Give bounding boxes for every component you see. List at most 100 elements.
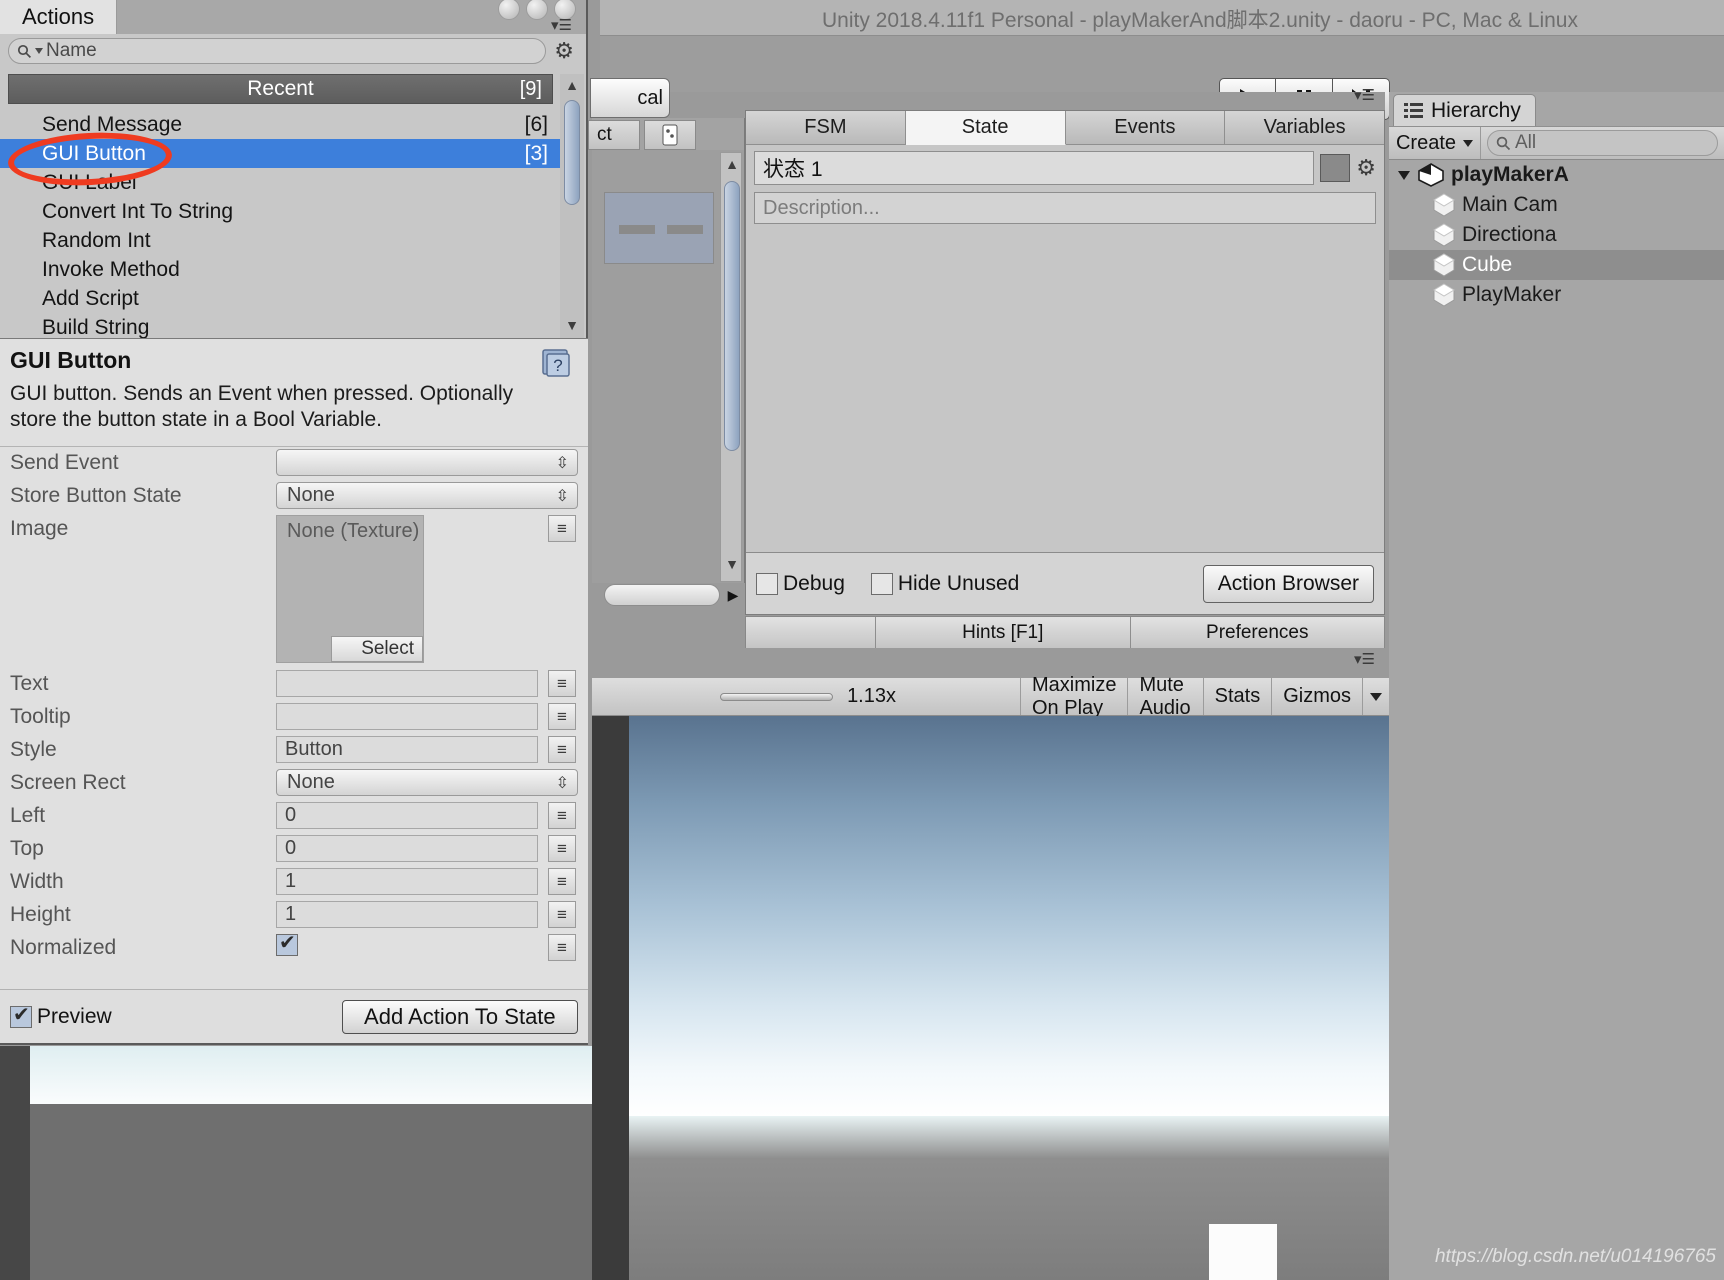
hierarchy-item-scene[interactable]: playMakerA — [1389, 160, 1724, 190]
list-item[interactable]: Random Int — [0, 226, 560, 255]
playmaker-actions-browser-window: Actions ▾☰ Name ⚙ Recent [9] Send Messag… — [0, 0, 588, 1045]
scroll-up-arrow-icon[interactable]: ▲ — [561, 74, 583, 96]
list-item-label: Invoke Method — [42, 257, 180, 281]
text-input[interactable] — [276, 670, 538, 697]
debug-checkbox-group[interactable]: Debug — [756, 572, 845, 596]
action-browser-button[interactable]: Action Browser — [1202, 564, 1374, 603]
list-item[interactable]: GUI Label — [0, 168, 560, 197]
normalized-variable-menu-icon[interactable]: ≡ — [548, 934, 576, 961]
tab-events[interactable]: Events — [1065, 111, 1226, 145]
hierarchy-tab[interactable]: Hierarchy — [1393, 94, 1536, 126]
normalized-checkbox[interactable] — [276, 930, 298, 956]
game-panel-menu-icon[interactable]: ▾☰ — [1354, 650, 1375, 668]
image-object-field[interactable]: None (Texture) Select — [276, 515, 424, 663]
field-label: Store Button State — [10, 484, 182, 507]
top-variable-menu-icon[interactable]: ≡ — [548, 835, 576, 862]
scroll-down-arrow-icon[interactable]: ▼ — [561, 314, 583, 336]
actions-search-input[interactable]: Name — [8, 38, 547, 64]
tab-variables[interactable]: Variables — [1225, 111, 1384, 145]
inspector-hscrollbar[interactable] — [604, 584, 720, 606]
state-description-input[interactable]: Description... — [754, 192, 1376, 224]
state-name-input[interactable]: 状态 1 — [754, 151, 1315, 185]
top-input[interactable]: 0 — [276, 835, 538, 862]
image-variable-menu-icon[interactable]: ≡ — [548, 515, 576, 542]
list-item[interactable]: Build String — [0, 313, 560, 339]
scroll-up-arrow-icon[interactable]: ▲ — [721, 153, 743, 175]
inspector-tab[interactable]: ct — [588, 120, 640, 150]
preview-checkbox[interactable] — [10, 1002, 32, 1028]
actions-settings-gear-icon[interactable]: ⚙ — [554, 38, 574, 64]
mute-audio-button[interactable]: Mute Audio — [1127, 674, 1202, 719]
list-item[interactable]: Add Script — [0, 284, 560, 313]
style-input[interactable]: Button — [276, 736, 538, 763]
inspector-lock-tab[interactable] — [644, 120, 696, 150]
maximize-on-play-button[interactable]: Maximize On Play — [1020, 674, 1127, 719]
hierarchy-search-placeholder: All — [1515, 132, 1537, 153]
state-color-swatch[interactable] — [1320, 154, 1351, 182]
hierarchy-item-playmaker[interactable]: PlayMaker — [1389, 280, 1724, 310]
preview-checkbox-group[interactable]: Preview — [10, 1002, 112, 1029]
add-action-to-state-button[interactable]: Add Action To State — [341, 999, 578, 1034]
actions-panel-menu-icon[interactable]: ▾☰ — [551, 16, 572, 34]
list-item[interactable]: Send Message [6] — [0, 110, 560, 139]
width-input[interactable]: 1 — [276, 868, 538, 895]
field-tooltip: Tooltip ≡ — [0, 701, 588, 734]
game-view-canvas[interactable] — [592, 716, 1389, 1280]
gizmos-button[interactable]: Gizmos — [1271, 678, 1362, 715]
height-variable-menu-icon[interactable]: ≡ — [548, 901, 576, 928]
list-item-gui-button[interactable]: GUI Button [3] — [0, 139, 560, 168]
inspector-scroll-thumb[interactable] — [724, 181, 740, 451]
inspector-preview-thumbnail — [604, 192, 714, 264]
hierarchy-create-button[interactable]: Create — [1389, 127, 1481, 159]
preferences-button[interactable]: Preferences — [1130, 617, 1384, 649]
screen-rect-popup[interactable]: None — [276, 769, 578, 796]
hide-unused-checkbox-group[interactable]: Hide Unused — [870, 572, 1019, 596]
panel-menu-icon[interactable]: ▾☰ — [1354, 86, 1375, 104]
store-button-state-popup[interactable]: None — [276, 482, 578, 509]
actions-scroll-thumb[interactable] — [564, 100, 580, 205]
left-variable-menu-icon[interactable]: ≡ — [548, 802, 576, 829]
help-book-icon[interactable]: ? — [540, 347, 572, 385]
stats-button[interactable]: Stats — [1202, 678, 1272, 715]
actions-list-scrollbar[interactable]: ▲ ▼ — [560, 74, 584, 338]
search-icon — [17, 44, 32, 58]
actions-window-tab[interactable]: Actions — [0, 0, 118, 34]
scroll-down-arrow-icon[interactable]: ▼ — [721, 553, 743, 575]
hierarchy-tab-label: Hierarchy — [1431, 98, 1521, 122]
inspector-scrollbar[interactable]: ▲ ▼ — [720, 152, 742, 582]
game-zoom-slider[interactable] — [720, 692, 834, 701]
actions-list-header[interactable]: Recent [9] — [8, 74, 553, 104]
minimize-icon[interactable] — [526, 0, 548, 20]
debug-checkbox[interactable] — [756, 572, 778, 595]
list-item-count: [6] — [524, 112, 548, 136]
hierarchy-item-main-camera[interactable]: Main Cam — [1389, 190, 1724, 220]
width-variable-menu-icon[interactable]: ≡ — [548, 868, 576, 895]
list-item[interactable]: Convert Int To String — [0, 197, 560, 226]
image-value: None (Texture) — [287, 520, 420, 542]
hierarchy-search-input[interactable]: All — [1487, 130, 1718, 156]
hints-button[interactable]: Hints [F1] — [876, 617, 1131, 649]
hide-unused-checkbox[interactable] — [870, 572, 893, 595]
tab-fsm[interactable]: FSM — [746, 111, 906, 145]
height-input[interactable]: 1 — [276, 901, 538, 928]
hierarchy-item-cube[interactable]: Cube — [1389, 250, 1724, 280]
tooltip-input[interactable] — [276, 703, 538, 730]
scroll-right-arrow-icon[interactable]: ▶ — [722, 584, 744, 606]
actions-search-row: Name ⚙ — [0, 34, 586, 68]
tab-state[interactable]: State — [905, 111, 1066, 145]
pivot-rotation-button[interactable]: cal — [590, 78, 670, 118]
hierarchy-item-directional-light[interactable]: Directiona — [1389, 220, 1724, 250]
hierarchy-item-label: playMakerA — [1451, 163, 1569, 186]
image-select-button[interactable]: Select — [331, 636, 423, 662]
text-variable-menu-icon[interactable]: ≡ — [548, 670, 576, 697]
tooltip-variable-menu-icon[interactable]: ≡ — [548, 703, 576, 730]
gizmos-dropdown-arrow[interactable] — [1362, 678, 1389, 715]
state-settings-gear-icon[interactable]: ⚙ — [1356, 155, 1376, 181]
style-variable-menu-icon[interactable]: ≡ — [548, 736, 576, 763]
field-label: Width — [10, 870, 64, 893]
list-item[interactable]: Invoke Method — [0, 255, 560, 284]
send-event-popup[interactable] — [276, 449, 578, 476]
search-icon — [1496, 136, 1511, 150]
close-icon[interactable] — [498, 0, 520, 20]
left-input[interactable]: 0 — [276, 802, 538, 829]
